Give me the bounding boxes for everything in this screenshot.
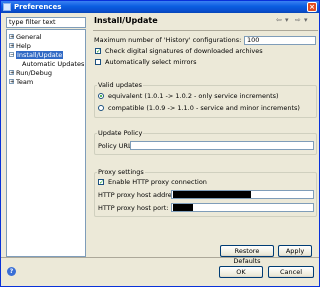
proxy-settings-title: Proxy settings: [97, 168, 145, 176]
page-title: Install/Update: [94, 16, 158, 25]
tree-item-team[interactable]: + Team: [9, 78, 33, 86]
help-icon[interactable]: ?: [7, 267, 16, 276]
collapse-icon[interactable]: −: [9, 52, 14, 58]
auto-mirrors-checkbox[interactable]: [95, 59, 101, 65]
back-arrow-icon[interactable]: ⇦: [276, 16, 282, 24]
tree-item-install-update[interactable]: − Install/Update: [9, 51, 64, 59]
back-menu-icon[interactable]: ▾: [285, 16, 289, 24]
filter-input[interactable]: type filter text: [6, 17, 86, 28]
preferences-tree: + General + Help − Install/Update Automatic…: [6, 29, 86, 257]
policy-url-input[interactable]: [130, 141, 314, 150]
proxy-address-label: HTTP proxy host address:: [98, 191, 181, 199]
update-policy-title: Update Policy: [97, 129, 144, 137]
redaction-bar: [173, 191, 251, 198]
page-header: Install/Update ⇦ ▾ ⇨ ▾: [93, 15, 318, 29]
expand-icon[interactable]: +: [9, 79, 14, 85]
tree-item-automatic-updates[interactable]: Automatic Updates: [22, 60, 84, 68]
valid-updates-group: [94, 85, 317, 118]
compatible-radio[interactable]: [98, 105, 104, 111]
preferences-window: Preferences × type filter text + General …: [0, 0, 320, 287]
apply-button[interactable]: Apply: [278, 245, 312, 257]
enable-proxy-checkbox[interactable]: ✓: [98, 179, 104, 186]
max-history-input[interactable]: 100: [244, 36, 316, 45]
forward-menu-icon[interactable]: ▾: [304, 16, 308, 24]
equivalent-radio[interactable]: [98, 93, 104, 99]
preferences-app-icon: [3, 3, 11, 11]
expand-icon[interactable]: +: [9, 70, 14, 76]
max-history-label: Maximum number of 'History' configuratio…: [94, 36, 242, 44]
expand-icon[interactable]: +: [9, 43, 14, 49]
cancel-button[interactable]: Cancel: [268, 266, 314, 278]
equivalent-label: equivalent (1.0.1 -> 1.0.2 - only servic…: [108, 92, 279, 100]
tree-item-general[interactable]: + General: [9, 33, 42, 41]
window-title: Preferences: [14, 3, 62, 11]
policy-url-label: Policy URL:: [98, 142, 134, 150]
footer-divider: [1, 257, 319, 258]
redaction-bar: [173, 204, 193, 211]
title-bar: Preferences ×: [1, 1, 319, 13]
ok-button[interactable]: OK: [219, 266, 263, 278]
check-signatures-label: Check digital signatures of downloaded a…: [105, 47, 263, 55]
enable-proxy-label: Enable HTTP proxy connection: [108, 178, 207, 186]
close-icon[interactable]: ×: [307, 2, 317, 12]
compatible-label: compatible (1.0.9 -> 1.1.0 - service and…: [108, 104, 300, 112]
header-divider: [93, 30, 318, 31]
restore-defaults-button[interactable]: Restore Defaults: [220, 245, 274, 265]
tree-item-help[interactable]: + Help: [9, 42, 31, 50]
check-signatures-checkbox[interactable]: ✓: [95, 48, 101, 55]
expand-icon[interactable]: +: [9, 34, 14, 40]
auto-mirrors-label: Automatically select mirrors: [105, 58, 197, 66]
proxy-port-label: HTTP proxy host port:: [98, 204, 169, 212]
tree-item-run-debug[interactable]: + Run/Debug: [9, 69, 52, 77]
forward-arrow-icon[interactable]: ⇨: [295, 16, 301, 24]
valid-updates-title: Valid updates: [97, 81, 144, 89]
